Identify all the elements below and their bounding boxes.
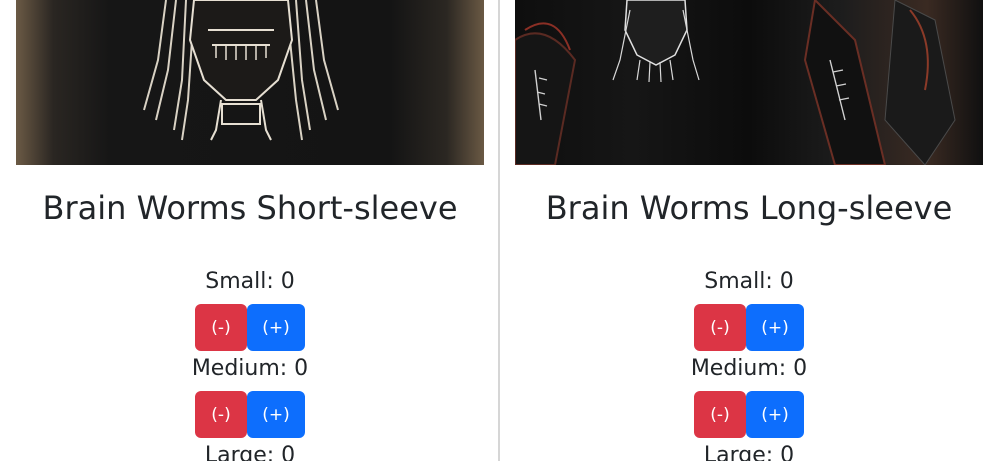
- product-card-short-sleeve: Brain Worms Short-sleeve Small: 0 (-) (+…: [16, 0, 484, 461]
- decrement-button[interactable]: (-): [694, 391, 746, 438]
- decrement-button[interactable]: (-): [195, 304, 247, 351]
- shirt-print-graphic: [143, 0, 339, 141]
- size-count-label: Large: 0: [204, 443, 296, 461]
- size-button-group: (-) (+): [16, 304, 484, 351]
- size-count-label: Small: 0: [205, 269, 295, 294]
- size-row-medium: Medium: 0 (-) (+): [16, 355, 484, 438]
- size-count-label: Large: 0: [703, 443, 795, 461]
- size-row-large: Large: 0: [515, 442, 983, 461]
- increment-button[interactable]: (+): [247, 304, 305, 351]
- product-title: Brain Worms Long-sleeve: [545, 189, 953, 227]
- product-photo-short-sleeve: [16, 0, 484, 165]
- decrement-button[interactable]: (-): [694, 304, 746, 351]
- product-photo-long-sleeve: [515, 0, 983, 165]
- size-row-large: Large: 0: [16, 442, 484, 461]
- size-button-group: (-) (+): [515, 304, 983, 351]
- size-count-label: Medium: 0: [690, 356, 808, 381]
- size-count-label: Small: 0: [704, 269, 794, 294]
- size-row-medium: Medium: 0 (-) (+): [515, 355, 983, 438]
- product-card-long-sleeve: Brain Worms Long-sleeve Small: 0 (-) (+)…: [515, 0, 983, 461]
- product-title: Brain Worms Short-sleeve: [42, 189, 458, 227]
- column-divider: [498, 0, 500, 461]
- size-button-group: (-) (+): [515, 391, 983, 438]
- size-row-small: Small: 0 (-) (+): [16, 268, 484, 351]
- size-count-label: Medium: 0: [191, 356, 309, 381]
- decrement-button[interactable]: (-): [195, 391, 247, 438]
- increment-button[interactable]: (+): [746, 391, 804, 438]
- shirt-print-graphic: [515, 0, 956, 165]
- product-page: Brain Worms Short-sleeve Small: 0 (-) (+…: [0, 0, 996, 461]
- increment-button[interactable]: (+): [746, 304, 804, 351]
- size-row-small: Small: 0 (-) (+): [515, 268, 983, 351]
- size-button-group: (-) (+): [16, 391, 484, 438]
- increment-button[interactable]: (+): [247, 391, 305, 438]
